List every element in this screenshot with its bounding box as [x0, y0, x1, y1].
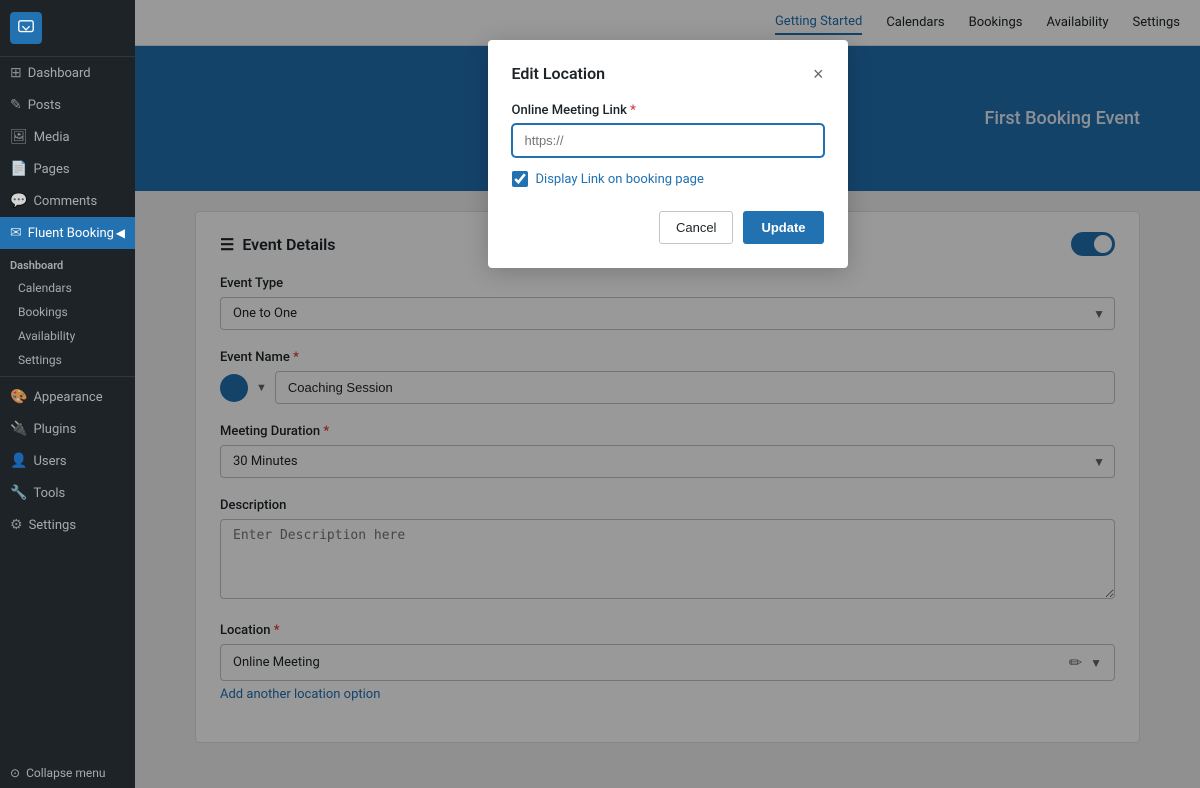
meeting-link-input[interactable]: [512, 124, 824, 157]
collapse-icon: ⊙: [10, 766, 20, 780]
plugins-icon: 🔌: [10, 421, 27, 437]
sidebar-item-posts[interactable]: ✎ Posts: [0, 89, 135, 121]
modal-field-label: Online Meeting Link *: [512, 103, 824, 118]
cancel-button[interactable]: Cancel: [659, 211, 733, 244]
comments-icon: 💬: [10, 193, 27, 209]
sidebar-sub-bookings[interactable]: Bookings: [0, 300, 135, 324]
sidebar-item-dashboard[interactable]: ⊞ Dashboard: [0, 57, 135, 89]
fluent-booking-section: Dashboard: [0, 249, 135, 276]
sidebar-item-tools[interactable]: 🔧 Tools: [0, 477, 135, 509]
fluent-booking-icon: ✉: [10, 225, 22, 241]
settings-icon: ⚙: [10, 517, 23, 533]
collapse-arrow-icon: ◀: [116, 226, 125, 240]
modal-overlay: Edit Location × Online Meeting Link * Di…: [135, 0, 1200, 788]
edit-location-modal: Edit Location × Online Meeting Link * Di…: [488, 40, 848, 268]
sidebar-item-users[interactable]: 👤 Users: [0, 445, 135, 477]
posts-icon: ✎: [10, 97, 22, 113]
sidebar-item-appearance[interactable]: 🎨 Appearance: [0, 381, 135, 413]
sidebar-item-settings[interactable]: ⚙ Settings: [0, 509, 135, 541]
collapse-menu-button[interactable]: ⊙ Collapse menu: [0, 758, 135, 788]
sidebar-logo: [0, 0, 135, 57]
sidebar-sub-settings[interactable]: Settings: [0, 348, 135, 372]
sidebar-item-plugins[interactable]: 🔌 Plugins: [0, 413, 135, 445]
modal-required-marker: *: [630, 103, 636, 118]
sidebar-divider: [0, 376, 135, 377]
dashboard-icon: ⊞: [10, 65, 22, 81]
modal-footer: Cancel Update: [512, 211, 824, 244]
sidebar-item-pages[interactable]: 📄 Pages: [0, 153, 135, 185]
display-link-label[interactable]: Display Link on booking page: [536, 172, 704, 187]
sidebar-item-comments[interactable]: 💬 Comments: [0, 185, 135, 217]
sidebar: ⊞ Dashboard ✎ Posts 🖼 Media 📄 Pages 💬 Co…: [0, 0, 135, 788]
modal-close-button[interactable]: ×: [813, 65, 824, 83]
modal-title: Edit Location: [512, 64, 606, 83]
sidebar-item-fluent-booking[interactable]: ✉ Fluent Booking ◀: [0, 217, 135, 249]
main-content: Getting Started Calendars Bookings Avail…: [135, 0, 1200, 788]
modal-header: Edit Location ×: [512, 64, 824, 83]
modal-checkbox-row: Display Link on booking page: [512, 171, 824, 187]
sidebar-sub-calendars[interactable]: Calendars: [0, 276, 135, 300]
logo-icon: [10, 12, 42, 44]
sidebar-sub-availability[interactable]: Availability: [0, 324, 135, 348]
appearance-icon: 🎨: [10, 389, 27, 405]
pages-icon: 📄: [10, 161, 27, 177]
sidebar-item-media[interactable]: 🖼 Media: [0, 121, 135, 153]
update-button[interactable]: Update: [743, 211, 823, 244]
display-link-checkbox[interactable]: [512, 171, 528, 187]
media-icon: 🖼: [10, 129, 28, 145]
users-icon: 👤: [10, 453, 27, 469]
tools-icon: 🔧: [10, 485, 27, 501]
